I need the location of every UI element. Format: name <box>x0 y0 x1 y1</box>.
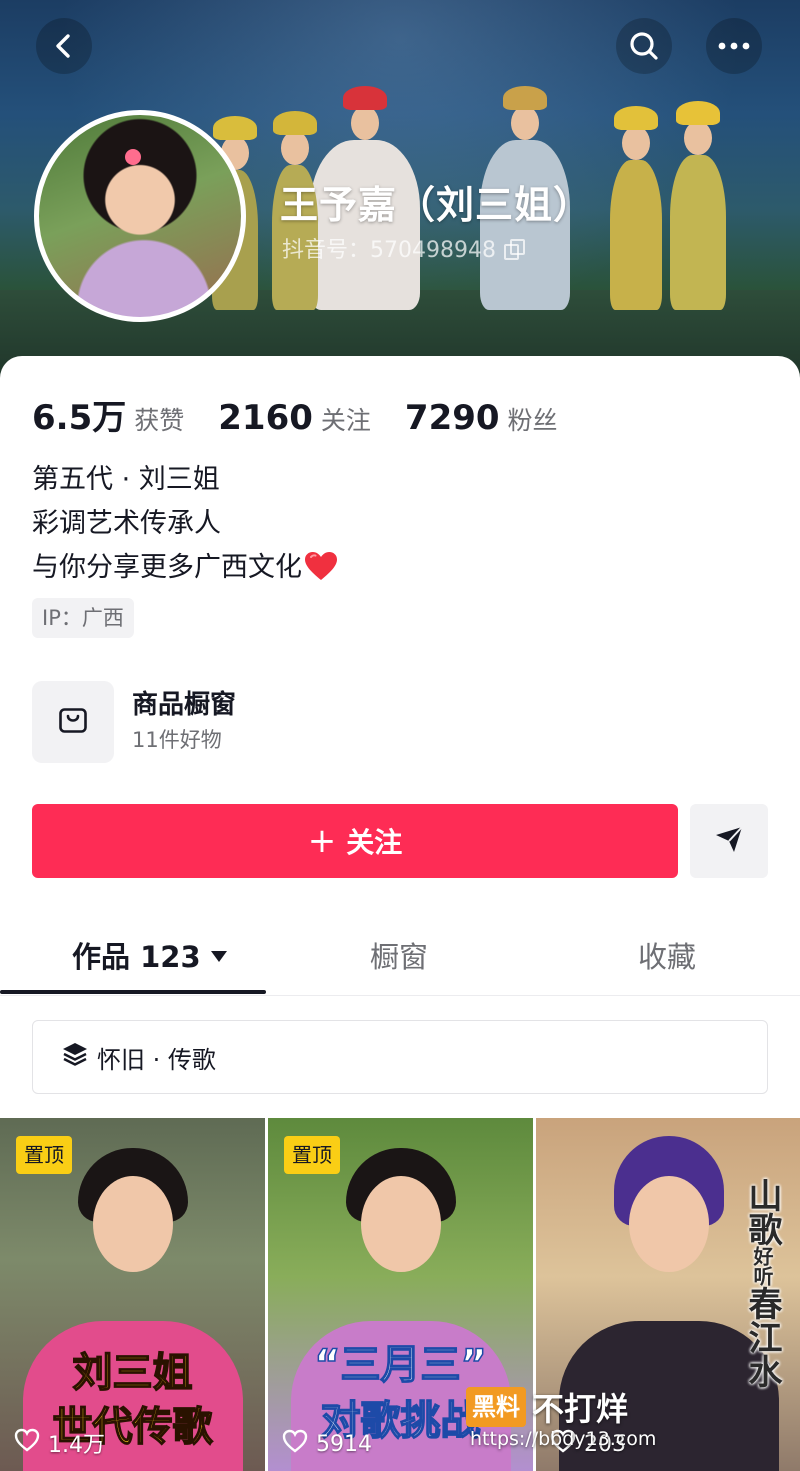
bio: 第五代 · 刘三姐 彩调艺术传承人 与你分享更多广西文化 <box>32 458 338 590</box>
watermark-url: https://bbdy13.com <box>470 1428 657 1450</box>
bio-line: 与你分享更多广西文化 <box>32 546 338 590</box>
caret-down-icon[interactable] <box>210 951 227 962</box>
tab-label: 作品 123 <box>72 940 201 974</box>
heart-icon <box>14 1428 40 1458</box>
pinned-badge: 置顶 <box>16 1136 72 1174</box>
heart-emoji-icon <box>304 551 338 581</box>
performer-figure <box>610 106 662 310</box>
stat-label: 粉丝 <box>507 406 558 435</box>
plus-icon: + <box>307 821 337 861</box>
shopping-bag-icon <box>57 704 89 740</box>
shop-title: 商品橱窗 <box>132 690 237 720</box>
vertical-title-text: 山歌 <box>742 1178 782 1246</box>
layers-icon <box>61 1040 89 1074</box>
watermark: 黑料 不打烊 <box>466 1384 628 1430</box>
video-grid: 置顶 刘三姐 世代传歌 1.4万 置顶 “三月三” 对歌挑战 5914 山歌 好… <box>0 1118 800 1471</box>
back-button[interactable] <box>36 18 92 74</box>
send-icon <box>714 825 744 857</box>
more-button[interactable] <box>706 18 762 74</box>
vertical-title-text: 春江水 <box>742 1286 782 1388</box>
like-count-value: 5914 <box>316 1431 372 1457</box>
stat-value: 2160 <box>218 398 313 438</box>
stat-value: 6.5万 <box>32 398 127 438</box>
follow-button[interactable]: + 关注 <box>32 804 678 878</box>
bio-line: 彩调艺术传承人 <box>32 508 221 539</box>
stat-followers[interactable]: 7290 粉丝 <box>405 398 558 438</box>
share-button[interactable] <box>690 804 768 878</box>
shop-icon-box <box>32 681 114 763</box>
active-tab-indicator <box>0 990 266 994</box>
search-icon <box>628 30 660 62</box>
video-title: “三月三” <box>313 1341 487 1389</box>
avatar-hair-flower <box>125 149 141 165</box>
bio-line: 第五代 · 刘三姐 <box>32 464 220 495</box>
tab-works[interactable]: 作品 123 <box>72 934 227 976</box>
watermark-logo: 黑料 <box>466 1387 526 1427</box>
stats-row: 6.5万 获赞 2160 关注 7290 粉丝 <box>32 390 592 439</box>
video-title: 刘三姐 <box>72 1349 194 1397</box>
stat-label: 获赞 <box>134 406 185 435</box>
ip-location-tag: IP：广西 <box>32 598 134 638</box>
douyin-id-row[interactable]: 抖音号：570498948 <box>282 232 525 264</box>
back-arrow-icon <box>50 32 78 60</box>
copy-icon[interactable] <box>503 239 525 260</box>
collection-filter[interactable]: 怀旧 · 传歌 <box>32 1020 768 1094</box>
stat-label: 关注 <box>320 406 371 435</box>
douyin-id: 抖音号：570498948 <box>282 238 496 263</box>
watermark-text: 不打烊 <box>532 1390 629 1428</box>
tab-favorites[interactable]: 收藏 <box>638 934 696 976</box>
avatar[interactable] <box>34 110 246 322</box>
profile-name: 王予嘉（刘三姐） <box>280 183 593 227</box>
heart-icon <box>282 1429 308 1459</box>
search-button[interactable] <box>616 18 672 74</box>
vertical-title-small: 好听 <box>750 1246 774 1286</box>
video-vertical-title: 山歌 好听 春江水 <box>739 1178 785 1388</box>
profile-tabs: 作品 123 橱窗 收藏 <box>0 920 800 996</box>
like-count: 1.4万 <box>14 1427 105 1459</box>
like-count-value: 1.4万 <box>48 1433 105 1458</box>
stat-likes[interactable]: 6.5万 获赞 <box>32 390 184 439</box>
follow-label: 关注 <box>346 826 403 859</box>
pinned-badge: 置顶 <box>284 1136 340 1174</box>
video-tile[interactable]: 置顶 刘三姐 世代传歌 1.4万 <box>0 1118 265 1471</box>
bio-text: 与你分享更多广西文化 <box>32 552 302 583</box>
stat-value: 7290 <box>404 398 500 438</box>
collection-label: 怀旧 · 传歌 <box>97 1045 216 1074</box>
like-count: 5914 <box>282 1429 372 1459</box>
more-icon <box>718 42 750 50</box>
shop-subtitle: 11件好物 <box>132 728 222 752</box>
shop-window-entry[interactable]: 商品橱窗 11件好物 <box>32 680 532 764</box>
performer-figure <box>670 101 726 310</box>
stat-following[interactable]: 2160 关注 <box>218 398 371 438</box>
tab-showcase[interactable]: 橱窗 <box>370 934 428 976</box>
